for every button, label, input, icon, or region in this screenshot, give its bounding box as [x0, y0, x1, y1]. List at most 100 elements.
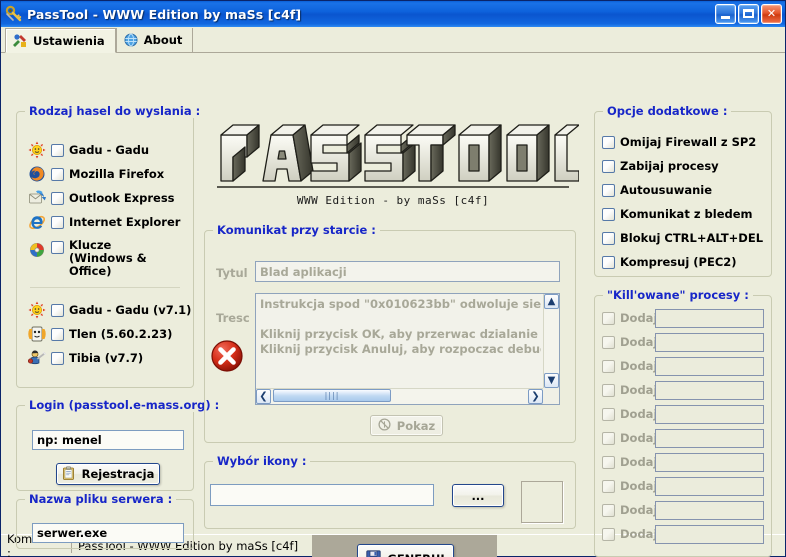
kill-row-add[interactable]: Dodaj [602, 504, 657, 517]
kill-row-input[interactable] [655, 501, 764, 520]
group-caption: Nazwa pliku serwera : [25, 492, 176, 506]
logo-subtitle: WWW Edition - by maSs [c4f] [207, 194, 579, 207]
title-bar: PassTool - WWW Edition by maSs [c4f] ✕ [1, 1, 785, 27]
kill-row-checkbox[interactable] [602, 528, 615, 541]
password-type-row-gadu-gadu[interactable]: Gadu - Gadu [28, 141, 149, 159]
tibia-icon [28, 349, 46, 367]
tresc-textarea[interactable]: Instrukcja spod "0x010623bb" odwoluje si… [255, 293, 560, 405]
option-row-kompresuj[interactable]: Kompresuj (PEC2) [602, 256, 737, 269]
browse-icon-button[interactable]: ... [452, 484, 504, 507]
kill-row-add[interactable]: Dodaj [602, 456, 657, 469]
tab-ustawienia[interactable]: Ustawienia [5, 28, 116, 53]
kill-row-checkbox[interactable] [602, 360, 615, 373]
window-title: PassTool - WWW Edition by maSs [c4f] [27, 7, 301, 22]
option-checkbox[interactable] [602, 232, 615, 245]
group-caption: Komunikat przy starcie : [213, 223, 380, 237]
rejestracja-button[interactable]: Rejestracja [56, 463, 160, 485]
preview-icon [378, 418, 391, 434]
kill-row-checkbox[interactable] [602, 408, 615, 421]
icon-path-input[interactable] [210, 484, 434, 506]
error-x-icon [210, 339, 244, 377]
tab-about[interactable]: About [116, 28, 194, 52]
generuj-button[interactable]: GENERUJ [357, 544, 454, 557]
pokaz-label: Pokaz [397, 419, 435, 433]
icon-preview-box [521, 481, 563, 523]
kill-row-input[interactable] [655, 453, 764, 472]
kill-row-input[interactable] [655, 381, 764, 400]
password-type-label: Klucze (Windows & Office) [69, 239, 177, 278]
password-type-row-klucze[interactable]: Klucze (Windows & Office) [28, 239, 180, 278]
group-caption: "Kill'owane" procesy : [603, 288, 753, 302]
gadu-gadu-sun-icon [28, 301, 46, 319]
option-row-omijaj-firewall[interactable]: Omijaj Firewall z SP2 [602, 136, 756, 149]
scroll-up-arrow[interactable]: ▲ [544, 294, 559, 309]
kill-row-input[interactable] [655, 477, 764, 496]
option-row-autousuwanie[interactable]: Autousuwanie [602, 184, 712, 197]
password-type-checkbox[interactable] [51, 352, 64, 365]
kill-row-add[interactable]: Dodaj [602, 528, 657, 541]
password-type-checkbox[interactable] [51, 168, 64, 181]
kill-row-input[interactable] [655, 357, 764, 376]
password-type-checkbox[interactable] [51, 241, 64, 254]
kill-row-add[interactable]: Dodaj [602, 360, 657, 373]
group-caption: Opcje dodatkowe : [603, 104, 731, 118]
kill-row-add[interactable]: Dodaj [602, 312, 657, 325]
kill-row-label: Dodaj [620, 432, 657, 445]
minimize-button[interactable] [715, 4, 736, 24]
option-checkbox[interactable] [602, 208, 615, 221]
kill-row-add[interactable]: Dodaj [602, 336, 657, 349]
kill-row-input[interactable] [655, 405, 764, 424]
horizontal-scroll-thumb[interactable]: |||| [273, 389, 391, 402]
option-checkbox[interactable] [602, 184, 615, 197]
kill-row-add[interactable]: Dodaj [602, 384, 657, 397]
pokaz-button[interactable]: Pokaz [370, 415, 443, 436]
kill-row-checkbox[interactable] [602, 312, 615, 325]
kill-row-add[interactable]: Dodaj [602, 480, 657, 493]
scroll-down-arrow[interactable]: ▼ [544, 373, 559, 388]
password-type-checkbox[interactable] [51, 216, 64, 229]
kill-row-add[interactable]: Dodaj [602, 432, 657, 445]
kill-row-input[interactable] [655, 429, 764, 448]
window-controls: ✕ [715, 4, 782, 24]
kill-row-checkbox[interactable] [602, 456, 615, 469]
password-type-row-tibia[interactable]: Tibia (v7.7) [28, 349, 143, 367]
option-label: Blokuj CTRL+ALT+DEL [620, 232, 763, 245]
kill-row-checkbox[interactable] [602, 504, 615, 517]
group-caption: Wybór ikony : [213, 454, 310, 468]
vertical-scrollbar[interactable]: ▲ ▼ [543, 294, 559, 388]
option-row-blokuj-ctrl-alt-del[interactable]: Blokuj CTRL+ALT+DEL [602, 232, 763, 245]
kill-row-input[interactable] [655, 333, 764, 352]
horizontal-scrollbar[interactable]: ❮ |||| ❯ [256, 388, 543, 404]
kill-row-add[interactable]: Dodaj [602, 408, 657, 421]
maximize-button[interactable] [738, 4, 759, 24]
scroll-left-arrow[interactable]: ❮ [256, 389, 271, 404]
password-type-checkbox[interactable] [51, 192, 64, 205]
option-checkbox[interactable] [602, 256, 615, 269]
kill-row-checkbox[interactable] [602, 432, 615, 445]
kill-row-input[interactable] [655, 525, 764, 544]
password-type-row-gadu-gadu-71[interactable]: Gadu - Gadu (v7.1) [28, 301, 191, 319]
password-type-label: Outlook Express [69, 192, 175, 205]
password-type-checkbox[interactable] [51, 144, 64, 157]
server-filename-input[interactable] [32, 523, 184, 543]
kill-row-checkbox[interactable] [602, 384, 615, 397]
password-type-row-internet-explorer[interactable]: Internet Explorer [28, 213, 180, 231]
password-type-checkbox[interactable] [51, 304, 64, 317]
password-type-row-tlen[interactable]: Tlen (5.60.2.23) [28, 325, 172, 343]
password-type-checkbox[interactable] [51, 328, 64, 341]
option-row-komunikat-z-bledem[interactable]: Komunikat z bledem [602, 208, 753, 221]
option-row-zabijaj-procesy[interactable]: Zabijaj procesy [602, 160, 719, 173]
password-type-row-outlook-express[interactable]: Outlook Express [28, 189, 175, 207]
kill-row-input[interactable] [655, 309, 764, 328]
option-checkbox[interactable] [602, 160, 615, 173]
kill-row-checkbox[interactable] [602, 336, 615, 349]
password-type-row-mozilla-firefox[interactable]: Mozilla Firefox [28, 165, 164, 183]
tytul-input[interactable] [255, 261, 560, 282]
option-checkbox[interactable] [602, 136, 615, 149]
close-button[interactable]: ✕ [761, 4, 782, 24]
windows-key-icon [28, 241, 46, 259]
internet-explorer-icon [28, 213, 46, 231]
login-input[interactable] [32, 430, 184, 450]
kill-row-checkbox[interactable] [602, 480, 615, 493]
scroll-right-arrow[interactable]: ❯ [528, 389, 543, 404]
